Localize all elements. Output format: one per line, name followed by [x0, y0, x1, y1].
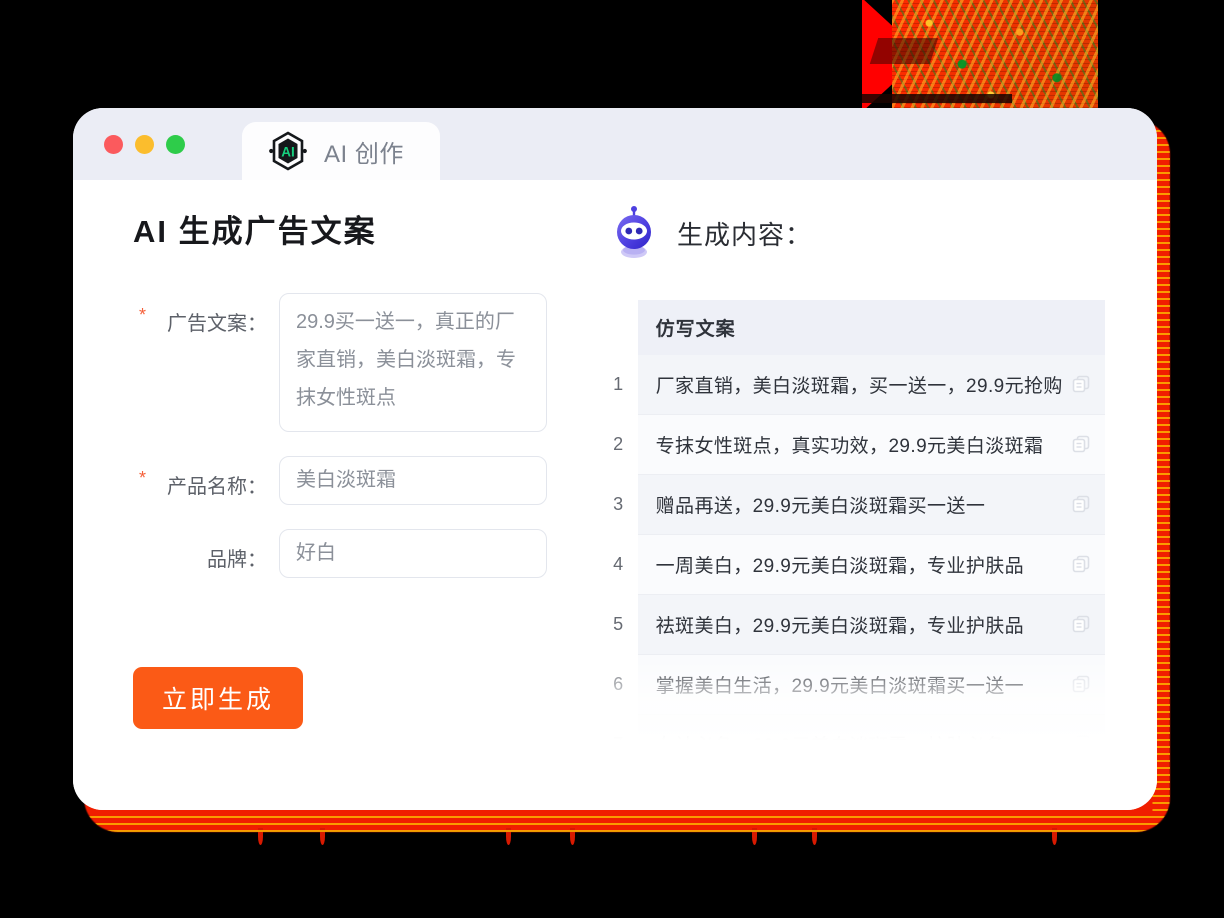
app-window: AI AI 创作 AI 生成广告文案 * 广告文案： 29.9买一送一，真正的厂… — [73, 108, 1157, 810]
row-copy-cell[interactable] — [1062, 534, 1105, 595]
copy-column-header: 仿写文案 — [637, 300, 1105, 355]
ai-hexagon-icon: AI — [269, 131, 307, 171]
row-copy-cell[interactable] — [1062, 414, 1105, 475]
window-body: AI 生成广告文案 * 广告文案： 29.9买一送一，真正的厂家直销，美白淡斑霜… — [73, 180, 1157, 810]
copy-icon[interactable] — [1071, 674, 1091, 694]
decorative-bar — [862, 94, 1012, 103]
svg-text:AI: AI — [281, 145, 295, 160]
field-brand: 品牌： 好白 — [133, 529, 573, 578]
table-row[interactable]: 4 一周美白，29.9元美白淡斑霜，专业护肤品 — [599, 534, 1105, 595]
row-index: 3 — [599, 474, 638, 535]
table-row[interactable]: 5 祛斑美白，29.9元美白淡斑霜，专业护肤品 — [599, 594, 1105, 655]
field-label-product-name: * 产品名称： — [133, 456, 267, 499]
row-copy-cell[interactable] — [1062, 355, 1105, 415]
row-text: 专抹女性斑点，真实功效，29.9元美白淡斑霜 — [637, 414, 1063, 475]
results-table-body: 1 厂家直销，美白淡斑霜，买一送一，29.9元抢购 2 专抹女性斑点，真实功效，… — [599, 355, 1105, 740]
row-index: 4 — [599, 534, 638, 595]
field-label-text: 品牌： — [207, 549, 267, 571]
results-header: 生成内容： — [599, 206, 1105, 260]
field-label-ad-copy: * 广告文案： — [133, 293, 267, 336]
index-column-header — [599, 300, 638, 355]
screenshot-stage: AI AI 创作 AI 生成广告文案 * 广告文案： 29.9买一送一，真正的厂… — [0, 0, 1224, 918]
required-asterisk: * — [139, 305, 147, 325]
ad-copy-textarea[interactable]: 29.9买一送一，真正的厂家直销，美白淡斑霜，专抹女性斑点 — [279, 293, 547, 432]
form-panel: AI 生成广告文案 * 广告文案： 29.9买一送一，真正的厂家直销，美白淡斑霜… — [73, 180, 573, 810]
table-row[interactable]: 1 厂家直销，美白淡斑霜，买一送一，29.9元抢购 — [599, 355, 1105, 415]
results-list[interactable]: 仿写文案 1 厂家直销，美白淡斑霜，买一送一，29.9元抢购 2 专抹女性斑点，… — [599, 300, 1105, 740]
decorative-notch — [869, 38, 939, 64]
maximize-window-button[interactable] — [166, 134, 185, 154]
traffic-light-buttons — [104, 134, 185, 154]
field-product-name: * 产品名称： 美白淡斑霜 — [133, 456, 573, 505]
row-index: 6 — [599, 654, 638, 715]
minimize-window-button[interactable] — [135, 134, 154, 154]
row-copy-cell[interactable] — [1062, 654, 1105, 715]
row-copy-cell[interactable] — [1062, 474, 1105, 535]
tab-label: AI 创作 — [324, 140, 404, 168]
table-row[interactable]: 2 专抹女性斑点，真实功效，29.9元美白淡斑霜 — [599, 414, 1105, 475]
required-asterisk: * — [139, 468, 147, 488]
product-name-input[interactable]: 美白淡斑霜 — [279, 456, 547, 505]
row-text: 掌握美白生活，29.9元美白淡斑霜买一送一 — [637, 654, 1063, 715]
page-title: AI 生成广告文案 — [133, 214, 377, 249]
results-table: 仿写文案 1 厂家直销，美白淡斑霜，买一送一，29.9元抢购 2 专抹女性斑点，… — [599, 300, 1105, 740]
field-label-text: 广告文案： — [167, 313, 267, 335]
row-copy-cell[interactable] — [1062, 594, 1105, 655]
table-header-row: 仿写文案 — [599, 300, 1105, 355]
row-text: 一周美白，29.9元美白淡斑霜，专业护肤品 — [637, 534, 1063, 595]
results-table-head: 仿写文案 — [599, 300, 1105, 355]
window-titlebar: AI AI 创作 — [73, 108, 1157, 180]
row-index: 7 — [599, 714, 638, 740]
results-panel: 生成内容： 仿写文案 1 厂家直销，美白淡斑霜，买一送一，29.9元抢购 2 专… — [573, 180, 1157, 810]
robot-icon — [617, 206, 651, 258]
copy-icon[interactable] — [1071, 614, 1091, 634]
close-window-button[interactable] — [104, 134, 123, 154]
row-index: 5 — [599, 594, 638, 655]
row-copy-cell[interactable] — [1062, 714, 1105, 740]
row-index: 1 — [599, 355, 638, 415]
row-text: 厂家直销，美白淡斑霜，买一送一，29.9元抢购 — [637, 355, 1063, 415]
results-title: 生成内容： — [677, 219, 813, 250]
tab-ai-creation[interactable]: AI AI 创作 — [242, 122, 440, 180]
field-ad-copy: * 广告文案： 29.9买一送一，真正的厂家直销，美白淡斑霜，专抹女性斑点 — [133, 293, 573, 432]
copy-icon[interactable] — [1071, 554, 1091, 574]
table-row[interactable]: 7 女神必备，29.9元美白淡斑霜，护肤必备 — [599, 714, 1105, 740]
table-row[interactable]: 6 掌握美白生活，29.9元美白淡斑霜买一送一 — [599, 654, 1105, 715]
generate-button[interactable]: 立即生成 — [133, 667, 303, 729]
copy-icon[interactable] — [1071, 434, 1091, 454]
table-row[interactable]: 3 赠品再送，29.9元美白淡斑霜买一送一 — [599, 474, 1105, 535]
row-text: 赠品再送，29.9元美白淡斑霜买一送一 — [637, 474, 1063, 535]
copy-icon[interactable] — [1071, 374, 1091, 394]
copy-icon[interactable] — [1071, 494, 1091, 514]
brand-input[interactable]: 好白 — [279, 529, 547, 578]
row-text: 女神必备，29.9元美白淡斑霜，护肤必备 — [637, 714, 1063, 740]
field-label-brand: 品牌： — [133, 529, 267, 572]
row-index: 2 — [599, 414, 638, 475]
copy-icon[interactable] — [1071, 734, 1091, 740]
row-text: 祛斑美白，29.9元美白淡斑霜，专业护肤品 — [637, 594, 1063, 655]
field-label-text: 产品名称： — [167, 476, 267, 498]
decorative-red-graphic — [862, 0, 1098, 112]
